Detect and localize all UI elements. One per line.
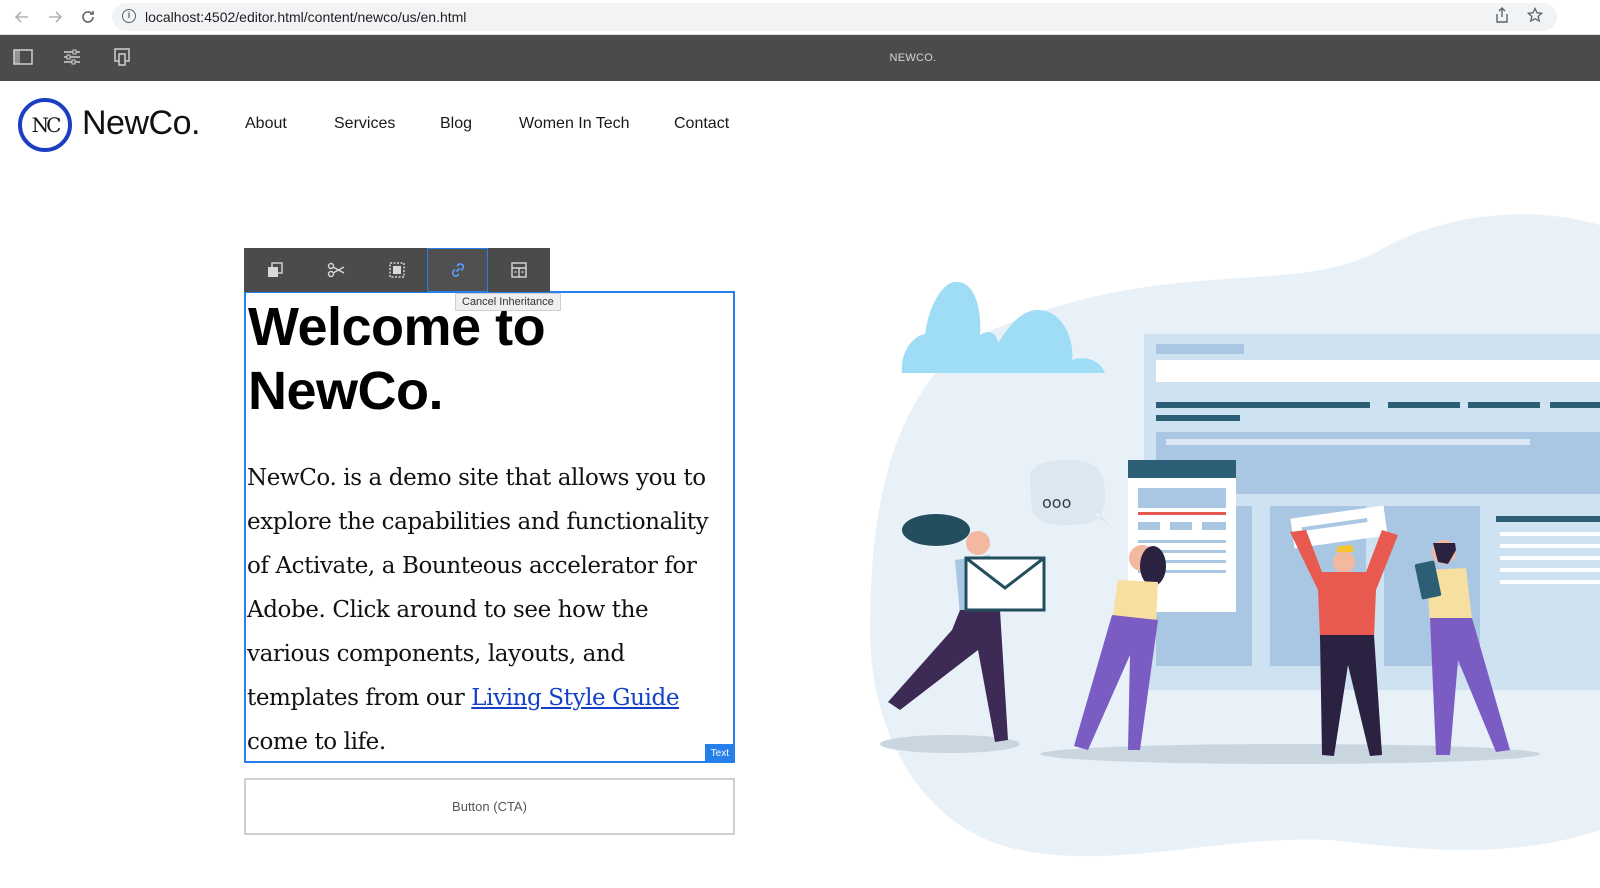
window-line (1156, 415, 1240, 421)
hero-body-text: NewCo. is a demo site that allows you to… (247, 456, 735, 764)
document-line (1138, 512, 1226, 515)
window-side-line (1496, 516, 1600, 522)
url-text: localhost:4502/editor.html/content/newco… (145, 9, 467, 25)
body-text-start: NewCo. is a demo site that allows you to… (247, 465, 709, 711)
component-type-badge: Text (704, 744, 735, 763)
person-hair (902, 514, 970, 546)
newco-logo-icon[interactable]: NC (18, 98, 72, 152)
hero-illustration: ooo (870, 214, 1600, 857)
nav-item-women-in-tech[interactable]: Women In Tech (519, 115, 630, 133)
window-title-bar (1156, 344, 1244, 354)
editor-bar: NEWCO. (0, 35, 1600, 81)
document-line (1138, 540, 1226, 543)
group-icon[interactable] (366, 248, 427, 292)
document-line (1170, 522, 1192, 530)
window-side-line (1500, 532, 1600, 536)
person-shirt (1112, 580, 1158, 622)
site-logo-text[interactable]: NewCo. (82, 104, 200, 143)
window-line (1388, 402, 1460, 408)
hero-headline: Welcome to NewCo. (248, 295, 546, 423)
document-line (1138, 522, 1160, 530)
nav-item-blog[interactable]: Blog (440, 115, 472, 133)
window-side-line (1500, 556, 1600, 560)
window-side-line (1500, 580, 1600, 584)
cut-icon[interactable] (305, 248, 366, 292)
component-toolbar (244, 248, 550, 292)
window-line (1156, 402, 1370, 408)
window-line (1550, 402, 1600, 408)
browser-toolbar: i localhost:4502/editor.html/content/new… (0, 0, 1600, 35)
window-banner-line (1166, 439, 1530, 445)
layout-icon[interactable] (488, 248, 549, 292)
document-header (1128, 460, 1236, 478)
document-line (1202, 522, 1226, 530)
nav-item-contact[interactable]: Contact (674, 115, 729, 133)
site-info-icon[interactable]: i (122, 9, 136, 23)
window-search-bar (1156, 360, 1600, 382)
window-side-line (1500, 544, 1600, 548)
nav-item-about[interactable]: About (245, 115, 287, 133)
cta-label: Button (CTA) (452, 799, 527, 814)
share-icon[interactable] (1492, 7, 1512, 27)
editor-page-title: NEWCO. (889, 52, 937, 64)
logo-initials: NC (31, 113, 62, 137)
person-head (966, 531, 990, 555)
text-component[interactable]: Welcome to NewCo. NewCo. is a demo site … (244, 291, 735, 763)
bookmark-star-icon[interactable] (1525, 6, 1545, 27)
living-style-guide-link[interactable]: Living Style Guide (471, 685, 679, 711)
window-line (1468, 402, 1540, 408)
person-hair (1336, 545, 1354, 552)
ground-shadow (1040, 744, 1540, 764)
speech-bubble-text: ooo (1042, 493, 1071, 512)
cancel-inheritance-link-icon[interactable] (427, 248, 488, 292)
headline-line-2: NewCo. (248, 361, 444, 421)
forward-arrow-icon[interactable] (44, 6, 66, 28)
cta-button-placeholder[interactable]: Button (CTA) (244, 778, 735, 835)
nav-item-services[interactable]: Services (334, 115, 395, 133)
back-arrow-icon[interactable] (11, 6, 33, 28)
body-text-end: come to life. (247, 729, 386, 755)
person-head (1333, 551, 1355, 573)
window-side-line (1500, 568, 1600, 572)
person-hair (1140, 546, 1166, 586)
document-block (1138, 488, 1226, 508)
copy-icon[interactable] (244, 248, 305, 292)
address-bar[interactable]: i localhost:4502/editor.html/content/new… (112, 3, 1557, 31)
tooltip: Cancel Inheritance (455, 293, 561, 311)
reload-icon[interactable] (77, 6, 99, 28)
